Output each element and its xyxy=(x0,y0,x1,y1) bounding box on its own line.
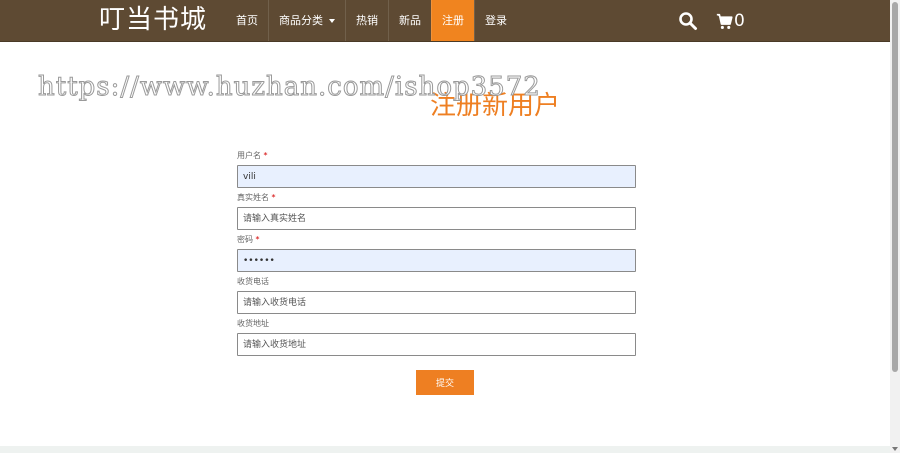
username-label-text: 用户名 xyxy=(237,151,261,160)
password-label: 密码 * xyxy=(237,234,636,246)
username-field-group: 用户名 * xyxy=(237,150,636,188)
cart-icon xyxy=(716,13,733,29)
nav-item-label: 登录 xyxy=(485,14,507,27)
caret-down-icon xyxy=(329,19,335,23)
phone-input[interactable] xyxy=(237,291,636,314)
scroll-down-arrow-icon[interactable] xyxy=(892,447,898,451)
search-icon[interactable] xyxy=(678,11,698,31)
top-navbar: 叮当书城 首页 商品分类 热销 新品 注册 登录 0 xyxy=(0,0,890,42)
username-input[interactable] xyxy=(237,165,636,188)
password-input[interactable] xyxy=(237,249,636,272)
nav-item-label: 热销 xyxy=(356,14,378,27)
nav-item-login[interactable]: 登录 xyxy=(474,0,517,41)
address-label: 收货地址 xyxy=(237,319,269,328)
phone-field-group: 收货电话 xyxy=(237,276,636,314)
page-scrollbar[interactable] xyxy=(890,0,900,453)
nav-item-hot[interactable]: 热销 xyxy=(345,0,388,41)
phone-label: 收货电话 xyxy=(237,277,269,286)
page-title: 注册新用户 xyxy=(429,91,560,121)
realname-field-group: 真实姓名 * xyxy=(237,192,636,230)
brand-logo[interactable]: 叮当书城 xyxy=(99,4,207,36)
username-label: 用户名 * xyxy=(237,150,636,162)
main-nav: 首页 商品分类 热销 新品 注册 登录 xyxy=(226,0,517,41)
nav-item-categories[interactable]: 商品分类 xyxy=(268,0,345,41)
realname-label: 真实姓名 * xyxy=(237,192,636,204)
nav-item-new[interactable]: 新品 xyxy=(388,0,431,41)
submit-button[interactable]: 提交 xyxy=(416,370,474,395)
register-form: 用户名 * 真实姓名 * 密码 * 收货电话 收货地址 xyxy=(237,150,636,360)
nav-item-label: 注册 xyxy=(442,14,464,27)
nav-item-label: 商品分类 xyxy=(279,14,323,27)
address-field-group: 收货地址 xyxy=(237,318,636,356)
nav-item-label: 新品 xyxy=(399,14,421,27)
required-mark: * xyxy=(255,235,260,244)
password-label-text: 密码 xyxy=(237,235,253,244)
address-input[interactable] xyxy=(237,333,636,356)
footer-strip xyxy=(0,446,890,453)
nav-item-register[interactable]: 注册 xyxy=(431,0,474,41)
nav-item-label: 首页 xyxy=(236,14,258,27)
cart-button[interactable]: 0 xyxy=(716,10,745,32)
realname-input[interactable] xyxy=(237,207,636,230)
nav-item-home[interactable]: 首页 xyxy=(226,0,268,41)
scrollbar-thumb[interactable] xyxy=(892,2,898,372)
cart-count: 0 xyxy=(734,11,745,31)
realname-label-text: 真实姓名 xyxy=(237,193,269,202)
required-mark: * xyxy=(271,193,276,202)
required-mark: * xyxy=(263,151,268,160)
password-field-group: 密码 * xyxy=(237,234,636,272)
